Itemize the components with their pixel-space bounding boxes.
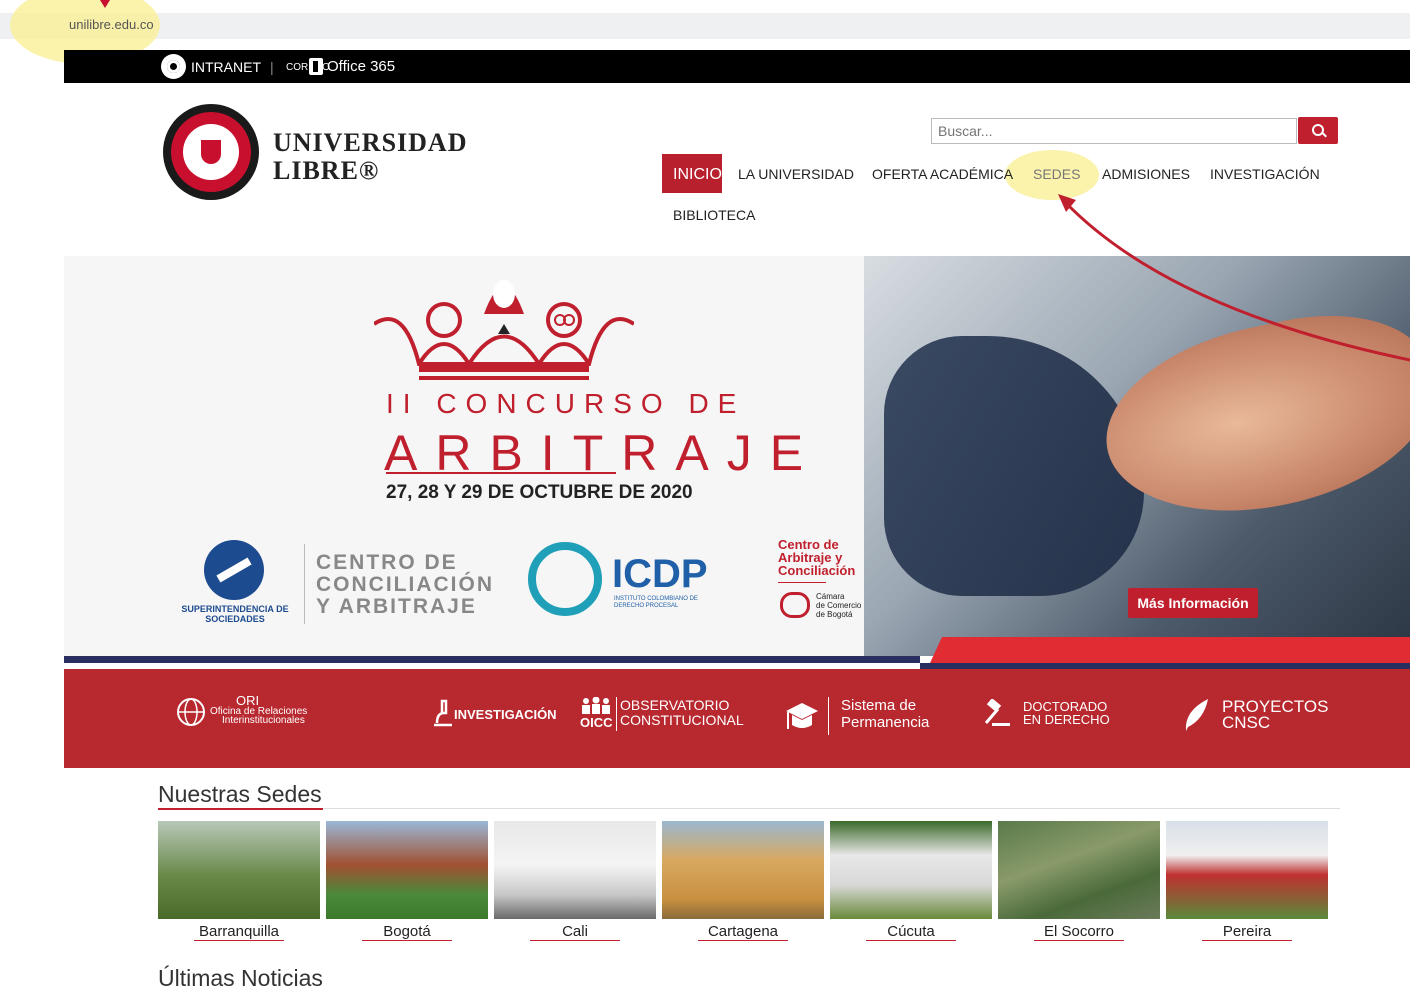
sede-label: El Socorro bbox=[1043, 923, 1115, 940]
globe-icon bbox=[177, 698, 205, 726]
sede-label: Pereira bbox=[1222, 923, 1272, 940]
nav-label-inicio: INICIO bbox=[673, 166, 722, 183]
brand-name-line2[interactable]: LIBRE® bbox=[273, 156, 379, 186]
logo-divider bbox=[304, 544, 305, 624]
ori-sub2: Interinstitucionales bbox=[222, 715, 305, 726]
sede-photo bbox=[830, 821, 992, 919]
sedes-section-rule bbox=[323, 808, 1340, 809]
intranet-link[interactable]: INTRANET bbox=[191, 59, 261, 75]
sede-label: Cartagena bbox=[707, 923, 779, 940]
top-utility-bar: INTRANET | CORREO Office 365 bbox=[64, 50, 1410, 83]
doctorado-line2: EN DERECHO bbox=[1023, 712, 1110, 727]
nav-item-inicio[interactable]: INICIO bbox=[662, 154, 722, 193]
cnsc-line2: CNSC bbox=[1222, 713, 1271, 732]
oicc-line2: CONSTITUCIONAL bbox=[620, 712, 744, 728]
annotation-arrow bbox=[1058, 194, 1410, 362]
nav-item-oferta[interactable]: OFERTA ACADÉMICA bbox=[872, 166, 1013, 182]
sede-card-cartagena[interactable]: Cartagena bbox=[662, 821, 824, 947]
oicc-abbr: OICC bbox=[580, 715, 613, 730]
sede-photo bbox=[158, 821, 320, 919]
cac-label: Centro de Arbitraje y Conciliación bbox=[778, 537, 856, 578]
sede-card-el-socorro[interactable]: El Socorro bbox=[998, 821, 1160, 947]
sede-card-cucuta[interactable]: Cúcuta bbox=[830, 821, 992, 947]
brand-name-line1[interactable]: UNIVERSIDAD bbox=[273, 128, 467, 158]
event-date: 27, 28 Y 29 DE OCTUBRE DE 2020 bbox=[386, 482, 693, 503]
sede-photo bbox=[326, 821, 488, 919]
sede-label: Cúcuta bbox=[887, 923, 935, 940]
gavel-icon bbox=[984, 699, 1010, 726]
intranet-icon[interactable] bbox=[161, 54, 186, 79]
arrow-down-icon bbox=[100, 0, 110, 8]
address-bar[interactable] bbox=[0, 13, 1410, 39]
sedes-section-title: Nuestras Sedes bbox=[158, 781, 322, 807]
supersociedades-logo bbox=[204, 540, 264, 600]
oicc-line1: OBSERVATORIO bbox=[620, 697, 730, 713]
leaf-icon bbox=[1185, 699, 1208, 731]
microscope-icon bbox=[434, 699, 452, 727]
arbitration-figures-icon bbox=[374, 280, 634, 380]
mas-informacion-button[interactable]: Más Información bbox=[1128, 588, 1258, 618]
title-divider bbox=[386, 472, 616, 474]
sede-label: Bogotá bbox=[383, 923, 431, 940]
camara-comercio-logo bbox=[780, 592, 810, 618]
correo-label[interactable]: CORREO bbox=[286, 62, 330, 73]
cac-divider bbox=[778, 582, 826, 583]
camara-comercio-label: Cámara de Comercio de Bogotá bbox=[816, 592, 862, 619]
office365-link[interactable]: Office 365 bbox=[327, 58, 395, 75]
supersociedades-label: SUPERINTENDENCIA DE SOCIEDADES bbox=[181, 604, 289, 624]
nav-item-biblioteca[interactable]: BIBLIOTECA bbox=[673, 207, 755, 223]
sedes-title-underline bbox=[158, 808, 323, 810]
sede-photo bbox=[1166, 821, 1328, 919]
nav-item-admisiones[interactable]: ADMISIONES bbox=[1102, 166, 1190, 182]
icdp-logo bbox=[528, 542, 602, 616]
quick-links-band: ORI Oficina de Relaciones Interinstituci… bbox=[64, 669, 1410, 768]
permanencia-line2: Permanencia bbox=[841, 714, 930, 731]
news-section-title: Últimas Noticias bbox=[158, 965, 323, 991]
graduation-cap-icon bbox=[786, 703, 818, 729]
people-icon bbox=[582, 697, 610, 714]
permanencia-line1: Sistema de bbox=[841, 697, 917, 714]
office-icon[interactable] bbox=[309, 58, 323, 75]
topbar-separator: | bbox=[270, 59, 274, 75]
nav-item-investigacion[interactable]: INVESTIGACIÓN bbox=[1210, 166, 1320, 182]
sede-label: Cali bbox=[562, 923, 588, 940]
investigacion-label: INVESTIGACIÓN bbox=[454, 707, 557, 722]
sede-photo bbox=[662, 821, 824, 919]
university-seal-logo[interactable] bbox=[163, 104, 259, 200]
sede-card-cali[interactable]: Cali bbox=[494, 821, 656, 947]
search-input[interactable] bbox=[931, 118, 1297, 144]
search-icon[interactable] bbox=[1298, 117, 1338, 144]
url-text[interactable]: unilibre.edu.co bbox=[69, 17, 154, 32]
sede-photo bbox=[998, 821, 1160, 919]
sede-card-bogota[interactable]: Bogotá bbox=[326, 821, 488, 947]
sede-card-pereira[interactable]: Pereira bbox=[1166, 821, 1328, 947]
icdp-subtitle: INSTITUTO COLOMBIANO DE DERECHO PROCESAL bbox=[614, 596, 698, 609]
sede-photo bbox=[494, 821, 656, 919]
centro-conciliacion-label: CENTRO DE CONCILIACIÓN Y ARBITRAJE bbox=[316, 551, 494, 618]
sede-label: Barranquilla bbox=[198, 923, 280, 940]
sede-card-barranquilla[interactable]: Barranquilla bbox=[158, 821, 320, 947]
icdp-label: ICDP bbox=[612, 552, 708, 596]
nav-item-sedes[interactable]: SEDES bbox=[1033, 166, 1080, 182]
event-title-line1: II CONCURSO DE bbox=[386, 388, 746, 419]
divider-stripe-navy bbox=[64, 656, 920, 663]
divider-stripe-red bbox=[930, 637, 1410, 663]
nav-item-universidad[interactable]: LA UNIVERSIDAD bbox=[738, 166, 854, 182]
